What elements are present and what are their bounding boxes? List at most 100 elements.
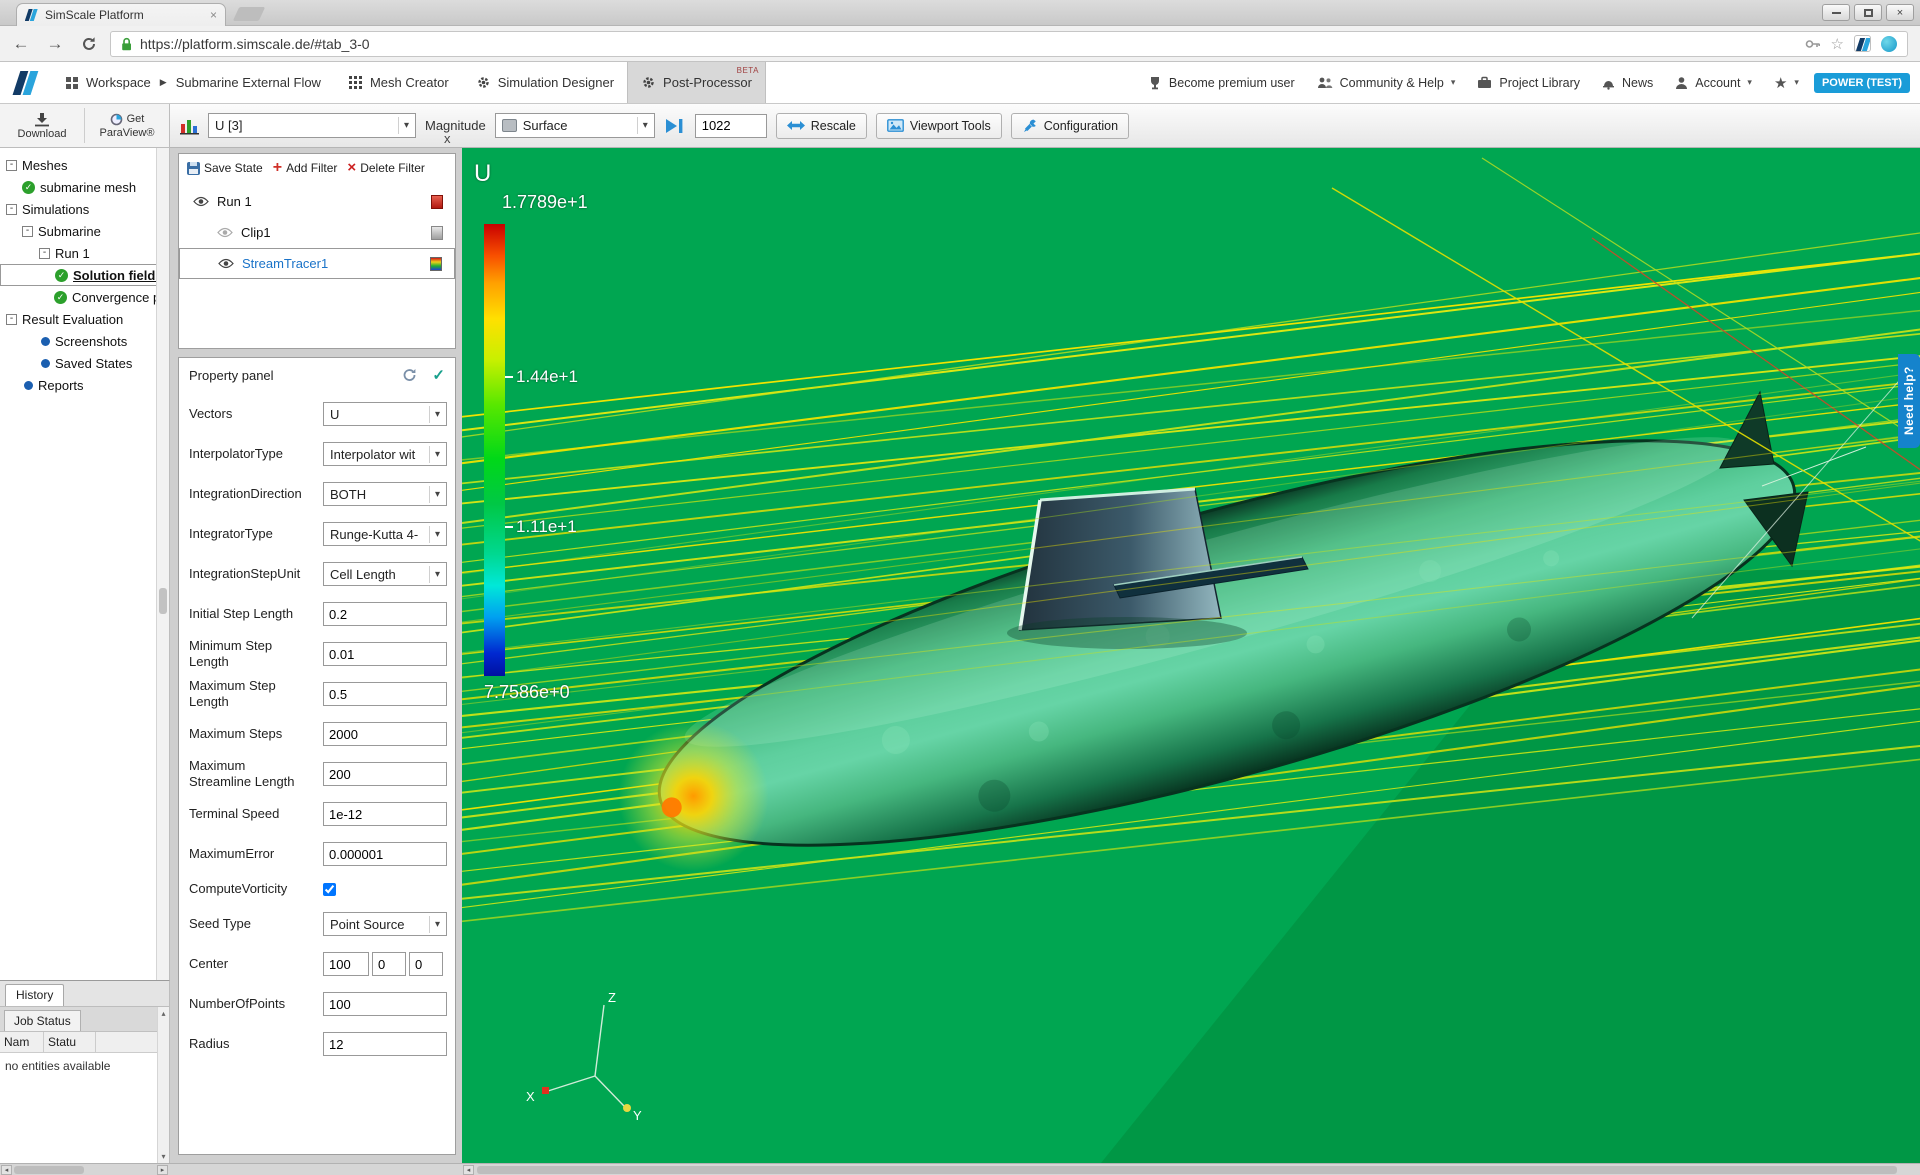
tree-item-result-evaluation[interactable]: - Result Evaluation [0, 308, 169, 330]
add-filter-button[interactable]: + Add Filter [273, 160, 338, 176]
tree-item-label[interactable]: Result Evaluation [22, 312, 123, 327]
simscale-extension-icon[interactable] [1854, 35, 1871, 52]
number-of-points-input[interactable] [323, 992, 447, 1016]
center-y-input[interactable] [372, 952, 406, 976]
tree-item-screenshots[interactable]: Screenshots [0, 330, 169, 352]
maximum-streamline-length-input[interactable] [323, 762, 447, 786]
url-text[interactable]: https://platform.simscale.de/#tab_3-0 [140, 36, 1797, 52]
tree-scrollbar[interactable] [156, 148, 169, 980]
new-tab-button[interactable] [232, 7, 266, 21]
community-help-menu[interactable]: Community & Help ▾ [1306, 62, 1467, 103]
initial-step-length-input[interactable] [323, 602, 447, 626]
tree-item-label[interactable]: Run 1 [55, 246, 90, 261]
compute-vorticity-checkbox[interactable] [323, 882, 336, 896]
collapse-icon[interactable]: - [39, 247, 50, 259]
frame-number-input[interactable] [694, 113, 767, 138]
become-premium-button[interactable]: Become premium user [1137, 62, 1306, 103]
bookmark-star-icon[interactable]: ☆ [1831, 35, 1844, 53]
maximum-steps-input[interactable] [323, 722, 447, 746]
column-header-status[interactable]: Statu [44, 1032, 96, 1052]
tree-item-meshes[interactable]: - Meshes [0, 154, 169, 176]
tree-item-label[interactable]: Screenshots [55, 334, 127, 349]
reset-icon[interactable] [402, 368, 418, 382]
configuration-button[interactable]: Configuration [1010, 112, 1130, 139]
browser-tab[interactable]: SimScale Platform × [16, 3, 226, 26]
center-z-input[interactable] [409, 952, 443, 976]
window-maximize-button[interactable] [1854, 4, 1882, 21]
tree-item-submarine-mesh[interactable]: ✓ submarine mesh [0, 176, 169, 198]
pipeline-item-run-1[interactable]: Run 1 [179, 186, 455, 217]
collapse-icon[interactable]: - [22, 225, 33, 237]
tab-post-processor[interactable]: Post-Processor BETA [627, 62, 766, 103]
integration-direction-select[interactable]: BOTH ▾ [323, 482, 447, 506]
favorites-menu[interactable]: ★ ▾ [1763, 62, 1810, 103]
seed-type-select[interactable]: Point Source ▾ [323, 912, 447, 936]
extension-circle-icon[interactable] [1881, 35, 1897, 52]
pipeline-item-label[interactable]: Clip1 [241, 225, 271, 240]
pipeline-item-label[interactable]: StreamTracer1 [242, 256, 328, 271]
reload-button[interactable] [76, 31, 102, 57]
account-menu[interactable]: Account ▾ [1664, 62, 1763, 103]
scrollbar-thumb[interactable] [14, 1166, 84, 1174]
workspace-link[interactable]: Workspace [86, 75, 151, 90]
render-viewport[interactable]: X Y Z U 1.7789e+1 1.44e+1 1.11e+1 7.7586… [462, 148, 1920, 1163]
tree-item-run-1[interactable]: - Run 1 [0, 242, 169, 264]
visibility-eye-icon[interactable] [217, 227, 233, 238]
maximum-error-input[interactable] [323, 842, 447, 866]
key-icon[interactable] [1805, 37, 1821, 51]
vectors-select[interactable]: U ▾ [323, 402, 447, 426]
column-header-name[interactable]: Nam [0, 1032, 44, 1052]
url-field[interactable]: https://platform.simscale.de/#tab_3-0 ☆ [110, 30, 1908, 57]
tree-item-label[interactable]: Simulations [22, 202, 89, 217]
tree-item-solution-fields[interactable]: ✓ Solution fields [0, 264, 169, 286]
history-scrollbar[interactable]: ▴ ▾ [157, 1007, 169, 1163]
pipeline-item-streamtracer1[interactable]: StreamTracer1 [179, 248, 455, 279]
tree-item-label[interactable]: Reports [38, 378, 84, 393]
window-minimize-button[interactable] [1822, 4, 1850, 21]
news-button[interactable]: News [1591, 62, 1664, 103]
forward-button[interactable]: → [42, 31, 68, 57]
tab-close-icon[interactable]: × [210, 8, 217, 22]
terminal-speed-input[interactable] [323, 802, 447, 826]
tab-job-status[interactable]: Job Status [4, 1010, 81, 1031]
color-by-icon[interactable] [180, 117, 199, 135]
interpolator-type-select[interactable]: Interpolator wit ▾ [323, 442, 447, 466]
tree-item-reports[interactable]: Reports [0, 374, 169, 396]
tree-item-label[interactable]: submarine mesh [40, 180, 136, 195]
tree-item-saved-states[interactable]: Saved States [0, 352, 169, 374]
radius-input[interactable] [323, 1032, 447, 1056]
maximum-step-length-input[interactable] [323, 682, 447, 706]
scrollbar-thumb[interactable] [477, 1166, 1897, 1174]
representation-select[interactable]: Surface ▾ [494, 113, 655, 138]
tree-item-label[interactable]: Submarine [38, 224, 101, 239]
pipeline-item-clip1[interactable]: Clip1 [179, 217, 455, 248]
get-paraview-button[interactable]: Get ParaView® [85, 104, 169, 147]
tree-item-label[interactable]: Meshes [22, 158, 68, 173]
viewport-tools-button[interactable]: Viewport Tools [875, 112, 1002, 139]
scroll-up-icon[interactable]: ▴ [161, 1009, 165, 1018]
scroll-left-icon[interactable]: ◂ [1, 1165, 12, 1175]
need-help-tab[interactable]: Need help? [1898, 354, 1920, 448]
tab-mesh-creator[interactable]: Mesh Creator [334, 62, 462, 103]
tree-item-simulations[interactable]: - Simulations [0, 198, 169, 220]
integration-step-unit-select[interactable]: Cell Length ▾ [323, 562, 447, 586]
collapse-icon[interactable]: - [6, 313, 17, 325]
integrator-type-select[interactable]: Runge-Kutta 4- ▾ [323, 522, 447, 546]
tree-item-label[interactable]: Solution fields [73, 268, 163, 283]
play-button[interactable] [664, 118, 686, 134]
visibility-eye-icon[interactable] [193, 196, 209, 207]
project-library-button[interactable]: Project Library [1466, 62, 1591, 103]
scroll-down-icon[interactable]: ▾ [161, 1152, 165, 1161]
scroll-right-icon[interactable]: ▸ [157, 1165, 168, 1175]
tab-simulation-designer[interactable]: Simulation Designer [462, 62, 627, 103]
visibility-eye-icon[interactable] [218, 258, 234, 269]
minimum-step-length-input[interactable] [323, 642, 447, 666]
field-select[interactable]: U [3] ▾ [208, 113, 416, 138]
tree-item-label[interactable]: Saved States [55, 356, 132, 371]
download-button[interactable]: Download [0, 104, 84, 147]
collapse-icon[interactable]: - [6, 203, 17, 215]
center-x-input[interactable] [323, 952, 369, 976]
close-panel-button[interactable]: x [444, 131, 451, 146]
rescale-button[interactable]: Rescale [775, 112, 867, 139]
tree-item-submarine[interactable]: - Submarine [0, 220, 169, 242]
